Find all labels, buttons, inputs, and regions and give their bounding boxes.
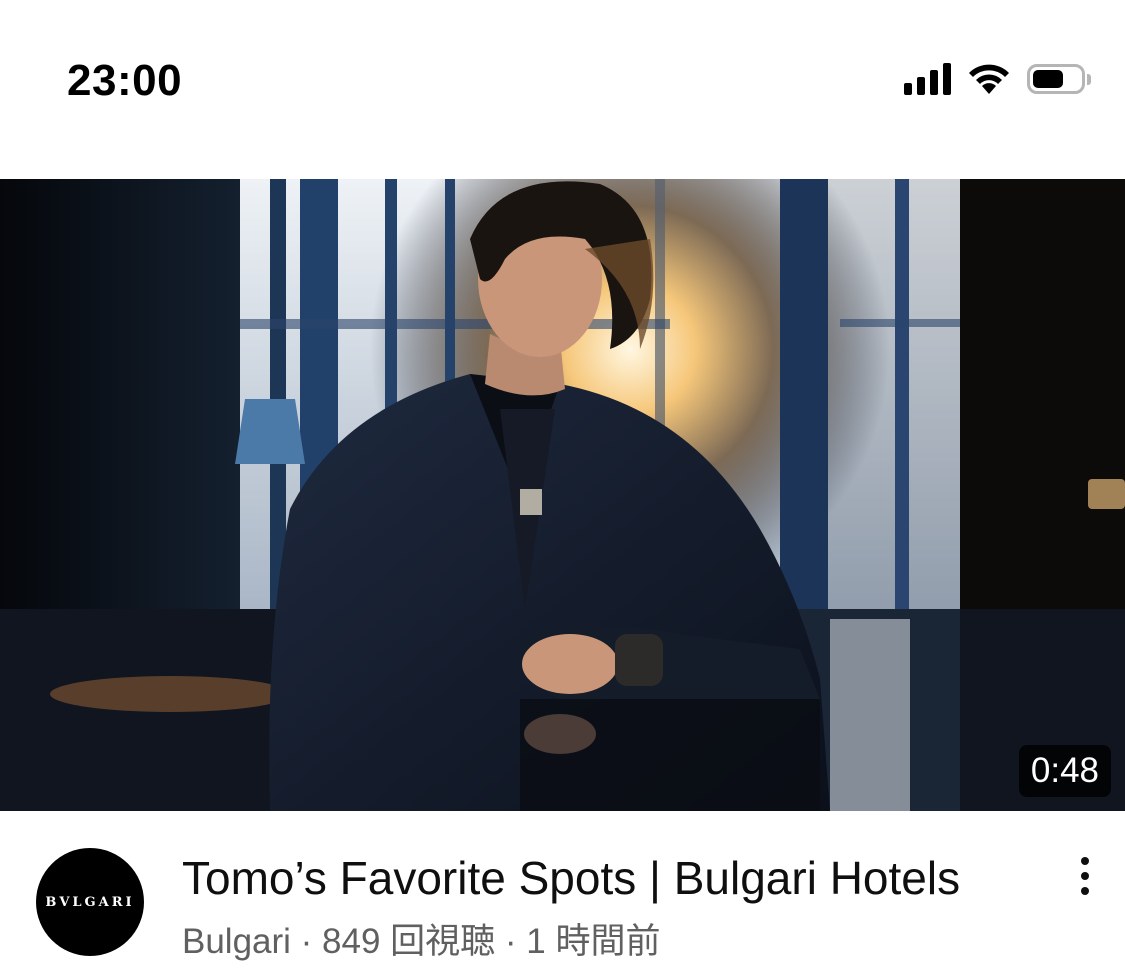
- more-vertical-icon[interactable]: [1065, 851, 1105, 901]
- status-bar: 23:00: [0, 0, 1125, 160]
- avatar-logo-text: BVLGARI: [45, 894, 135, 910]
- thumbnail-image: [0, 179, 1125, 811]
- video-thumbnail[interactable]: 0:48: [0, 179, 1125, 811]
- status-time: 23:00: [67, 56, 183, 105]
- video-subtitle: Bulgari · 849 回視聴 · 1 時間前: [182, 922, 661, 961]
- video-duration-badge: 0:48: [1018, 745, 1111, 797]
- wifi-icon: [969, 64, 1009, 94]
- status-icons: [904, 62, 1091, 96]
- cellular-signal-icon: [904, 63, 951, 95]
- video-meta: BVLGARI Tomo’s Favorite Spots | Bulgari …: [0, 811, 1125, 979]
- channel-avatar[interactable]: BVLGARI: [36, 848, 144, 956]
- battery-icon: [1027, 64, 1091, 94]
- video-title[interactable]: Tomo’s Favorite Spots | Bulgari Hotels: [182, 851, 960, 905]
